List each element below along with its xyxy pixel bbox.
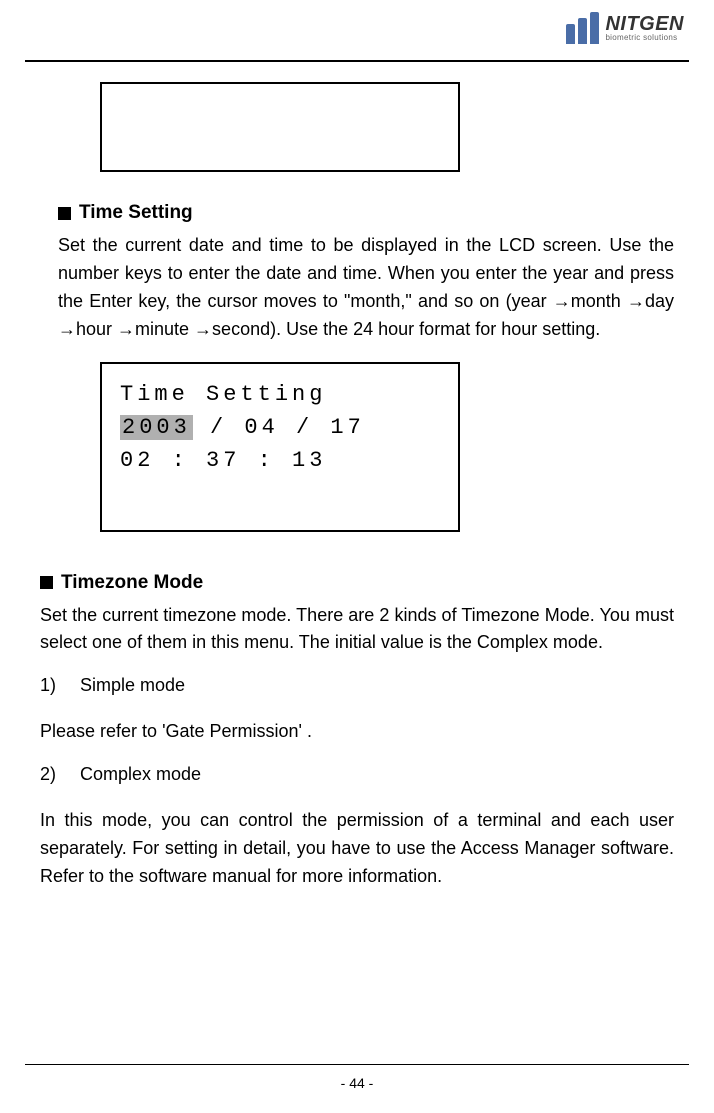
page-number: - 44 - bbox=[0, 1075, 714, 1091]
list-item-complex-mode: 2) Complex mode bbox=[40, 764, 674, 785]
list-text: Complex mode bbox=[80, 764, 201, 784]
footer-divider bbox=[25, 1064, 689, 1065]
list-item-simple-mode: 1) Simple mode bbox=[40, 675, 674, 696]
empty-display-box bbox=[100, 82, 460, 172]
timezone-paragraph: Set the current timezone mode. There are… bbox=[40, 602, 674, 658]
lcd-date-rest: / 04 / 17 bbox=[193, 415, 365, 440]
logo-tagline: biometric solutions bbox=[605, 34, 684, 42]
heading-text: Time Setting bbox=[79, 202, 193, 224]
logo-name: NITGEN bbox=[605, 14, 684, 34]
list-number: 1) bbox=[40, 675, 75, 696]
logo-text: NITGEN biometric solutions bbox=[605, 14, 684, 42]
bullet-square-icon bbox=[40, 576, 53, 589]
page-content: Time Setting Set the current date and ti… bbox=[0, 62, 714, 891]
brand-logo: NITGEN biometric solutions bbox=[566, 12, 684, 44]
bullet-square-icon bbox=[58, 207, 71, 220]
timezone-mode-heading: Timezone Mode bbox=[40, 572, 674, 594]
lcd-line-date: 2003 / 04 / 17 bbox=[120, 411, 440, 444]
time-setting-paragraph: Set the current date and time to be disp… bbox=[58, 232, 674, 344]
time-setting-heading: Time Setting bbox=[58, 202, 674, 224]
lcd-line-time: 02 : 37 : 13 bbox=[120, 444, 440, 477]
list-text: Simple mode bbox=[80, 675, 185, 695]
lcd-year-highlight: 2003 bbox=[120, 415, 193, 440]
lcd-display-box: Time Setting 2003 / 04 / 17 02 : 37 : 13 bbox=[100, 362, 460, 532]
page-header: NITGEN biometric solutions bbox=[0, 0, 714, 60]
gate-permission-ref: Please refer to 'Gate Permission' . bbox=[40, 718, 674, 746]
heading-text: Timezone Mode bbox=[61, 572, 203, 594]
lcd-line-title: Time Setting bbox=[120, 378, 440, 411]
list-number: 2) bbox=[40, 764, 75, 785]
complex-mode-paragraph: In this mode, you can control the permis… bbox=[40, 807, 674, 891]
logo-bars-icon bbox=[566, 12, 599, 44]
